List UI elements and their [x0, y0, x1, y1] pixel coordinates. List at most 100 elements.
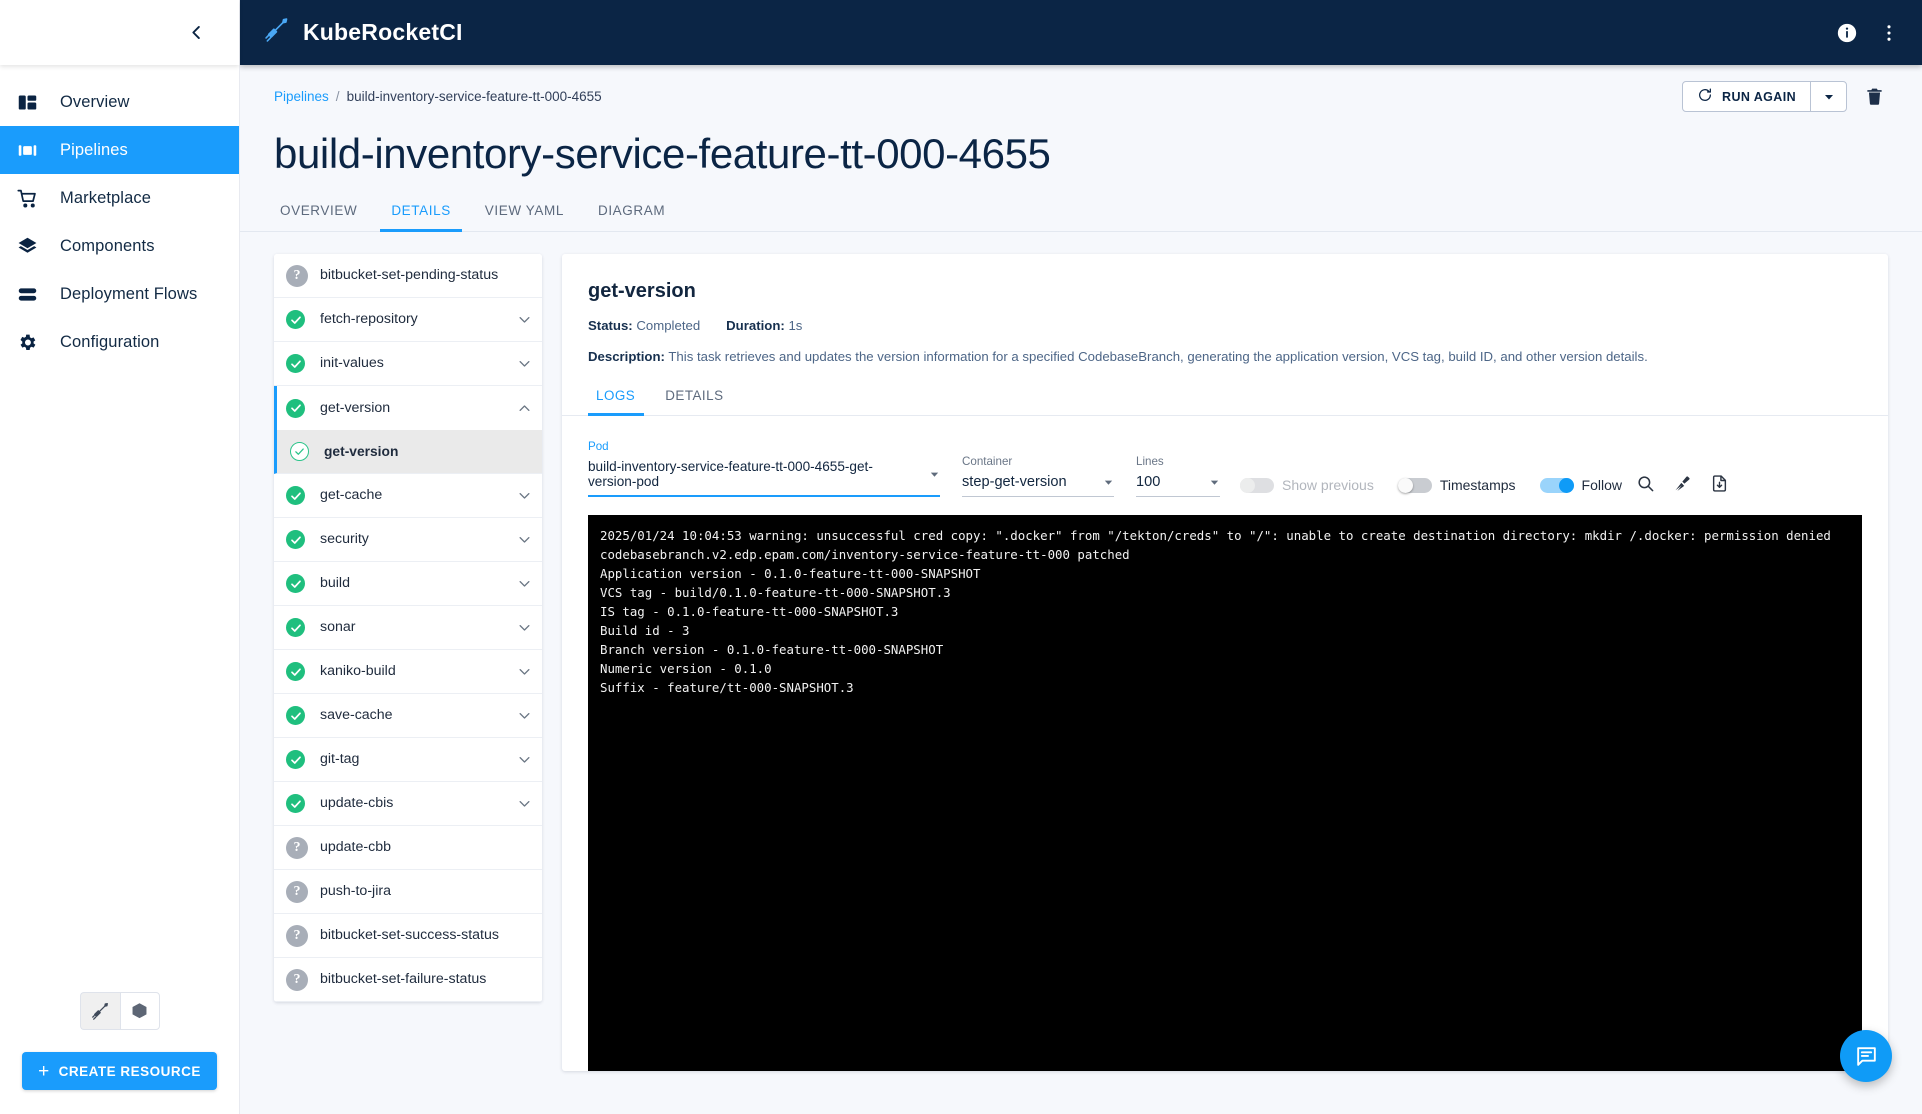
- status-success-icon: [286, 574, 320, 593]
- task-row[interactable]: kaniko-build: [274, 650, 542, 694]
- sidebar-item-configuration[interactable]: Configuration: [0, 318, 239, 366]
- timestamps-toggle[interactable]: Timestamps: [1398, 477, 1516, 493]
- follow-toggle[interactable]: Follow: [1540, 477, 1622, 493]
- search-icon[interactable]: [1636, 474, 1655, 493]
- plus-icon: +: [38, 1062, 50, 1081]
- sidebar-item-pipelines[interactable]: Pipelines: [0, 126, 239, 174]
- chevron-down-icon[interactable]: [511, 488, 532, 503]
- task-row[interactable]: save-cache: [274, 694, 542, 738]
- run-again-split-button: RUN AGAIN: [1682, 81, 1847, 112]
- chevron-down-icon[interactable]: [511, 664, 532, 679]
- task-list[interactable]: ?bitbucket-set-pending-statusfetch-repos…: [274, 254, 542, 1002]
- status-success-icon: [286, 399, 320, 418]
- sidebar-item-marketplace[interactable]: Marketplace: [0, 174, 239, 222]
- cart-icon: [14, 188, 60, 209]
- breadcrumb-pipelines-link[interactable]: Pipelines: [274, 89, 329, 104]
- pipelines-icon: [14, 140, 60, 161]
- status-success-outline-icon: [286, 442, 324, 461]
- status-unknown-icon: ?: [286, 837, 320, 859]
- task-row[interactable]: ?bitbucket-set-failure-status: [274, 958, 542, 1002]
- brand[interactable]: KubeRocketCI: [264, 17, 463, 48]
- tab-diagram[interactable]: DIAGRAM: [581, 203, 682, 231]
- status-success-icon: [286, 310, 320, 329]
- sidebar-item-label: Deployment Flows: [60, 285, 197, 304]
- tab-details[interactable]: DETAILS: [374, 203, 467, 231]
- run-again-label: RUN AGAIN: [1722, 90, 1796, 104]
- detail-title: get-version: [588, 280, 1862, 303]
- chevron-down-icon[interactable]: [511, 708, 532, 723]
- log-line: Numeric version - 0.1.0: [600, 660, 1862, 679]
- show-previous-toggle[interactable]: Show previous: [1240, 477, 1374, 493]
- task-row[interactable]: build: [274, 562, 542, 606]
- container-label: Container: [962, 455, 1114, 468]
- task-row[interactable]: security: [274, 518, 542, 562]
- chevron-down-icon[interactable]: [511, 752, 532, 767]
- pod-select[interactable]: Pod build-inventory-service-feature-tt-0…: [588, 440, 940, 497]
- task-name: build: [320, 574, 511, 592]
- info-icon[interactable]: [1836, 22, 1858, 44]
- clear-broom-icon[interactable]: [1673, 474, 1692, 493]
- run-again-button[interactable]: RUN AGAIN: [1683, 82, 1810, 111]
- subtab-logs[interactable]: LOGS: [588, 388, 650, 415]
- task-row[interactable]: ?bitbucket-set-pending-status: [274, 254, 542, 298]
- tab-view-yaml[interactable]: VIEW YAML: [468, 203, 581, 231]
- collapse-sidebar-button[interactable]: [179, 16, 213, 50]
- run-again-dropdown-button[interactable]: [1810, 82, 1846, 111]
- status-success-icon: [286, 706, 320, 725]
- lines-select[interactable]: Lines 100: [1136, 455, 1220, 497]
- page-actions: RUN AGAIN: [1682, 81, 1888, 112]
- main-tabs: OVERVIEW DETAILS VIEW YAML DIAGRAM: [240, 203, 1922, 232]
- create-resource-button[interactable]: + CREATE RESOURCE: [22, 1052, 217, 1090]
- task-row[interactable]: get-version: [274, 386, 542, 430]
- sidebar-item-overview[interactable]: Overview: [0, 78, 239, 126]
- chat-fab-button[interactable]: [1840, 1030, 1892, 1082]
- task-name: save-cache: [320, 706, 511, 724]
- more-options-icon[interactable]: [1878, 22, 1900, 44]
- chevron-down-icon[interactable]: [511, 356, 532, 371]
- task-step-row[interactable]: get-version: [274, 430, 542, 474]
- krci-sword-icon[interactable]: [80, 992, 120, 1030]
- detail-subtabs: LOGS DETAILS: [562, 388, 1888, 416]
- chevron-down-icon[interactable]: [511, 532, 532, 547]
- task-row[interactable]: get-cache: [274, 474, 542, 518]
- task-row[interactable]: git-tag: [274, 738, 542, 782]
- chevron-down-icon[interactable]: [511, 796, 532, 811]
- chevron-up-icon[interactable]: [511, 401, 532, 416]
- container-select[interactable]: Container step-get-version: [962, 455, 1114, 497]
- status-success-icon: [286, 618, 320, 637]
- log-output[interactable]: 2025/01/24 10:04:53 warning: unsuccessfu…: [588, 515, 1862, 1071]
- task-name: get-version: [320, 399, 511, 417]
- sidebar-item-deployment-flows[interactable]: Deployment Flows: [0, 270, 239, 318]
- task-row[interactable]: init-values: [274, 342, 542, 386]
- status-success-icon: [286, 794, 320, 813]
- sidebar-nav: Overview Pipelines Marketplace: [0, 65, 239, 366]
- task-row[interactable]: ?bitbucket-set-success-status: [274, 914, 542, 958]
- task-row[interactable]: update-cbis: [274, 782, 542, 826]
- status-success-icon: [286, 354, 320, 373]
- create-resource-label: CREATE RESOURCE: [59, 1064, 201, 1079]
- main-area: KubeRocketCI: [240, 0, 1922, 1114]
- trash-icon: [1865, 87, 1884, 106]
- status-field: Status: Completed: [588, 318, 700, 333]
- task-name: init-values: [320, 354, 511, 372]
- status-success-icon: [286, 486, 320, 505]
- task-row[interactable]: sonar: [274, 606, 542, 650]
- breadcrumb-separator: /: [336, 89, 340, 104]
- kubernetes-icon[interactable]: [120, 992, 160, 1030]
- subtab-details[interactable]: DETAILS: [650, 388, 738, 415]
- log-line: Suffix - feature/tt-000-SNAPSHOT.3: [600, 679, 1862, 698]
- lines-value: 100: [1136, 474, 1160, 490]
- chevron-down-icon[interactable]: [511, 312, 532, 327]
- app-root: Overview Pipelines Marketplace: [0, 0, 1922, 1114]
- task-row[interactable]: ?update-cbb: [274, 826, 542, 870]
- task-row[interactable]: fetch-repository: [274, 298, 542, 342]
- download-file-icon[interactable]: [1710, 474, 1729, 493]
- duration-value: 1s: [788, 318, 802, 333]
- task-row[interactable]: ?push-to-jira: [274, 870, 542, 914]
- chevron-down-icon[interactable]: [511, 576, 532, 591]
- tab-label: DETAILS: [391, 203, 450, 218]
- delete-button[interactable]: [1861, 83, 1888, 110]
- tab-overview[interactable]: OVERVIEW: [274, 203, 374, 231]
- sidebar-item-components[interactable]: Components: [0, 222, 239, 270]
- chevron-down-icon[interactable]: [511, 620, 532, 635]
